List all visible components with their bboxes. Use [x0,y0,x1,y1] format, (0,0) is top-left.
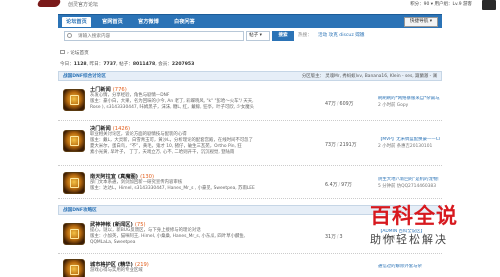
forum-posts: 2191万 [339,143,357,148]
forum-icon[interactable] [63,89,85,111]
avatar[interactable] [482,0,496,10]
forum-posts: 97万 [341,183,352,188]
home-icon[interactable] [60,50,65,54]
search-icon [67,33,72,38]
quick-nav-button[interactable]: 快捷导航 ▾ [404,17,438,27]
search-button[interactable]: 搜索 [272,31,294,41]
forum-icon[interactable] [63,172,85,194]
user-info-links[interactable]: 积分：90 ▾ 用户组：Lv.9 游客 [410,1,472,7]
main-nav: 论坛首页 官网首页 官方微博 白夜问答 快捷导航 ▾ [58,14,442,28]
forum-desc-line: 素小光黄, 早叶子， 丁丁，天戏立万, 心不, 二哈则开干，沉沉视觉, 登陆雨 [90,150,235,155]
forum-stats: 今日：1128, 昨日：7737, 帖子：8011478, 会员：2207953 [60,62,195,67]
forum-icon[interactable] [63,259,85,277]
hot-search-words[interactable]: 活动 攻克 discuz 嫦娥 [318,32,364,38]
forum-counts: 47万/609万 [325,102,354,107]
category-title[interactable]: 战国DNF综合讨论区 [63,73,106,79]
stat-members: 2207953 [171,62,195,67]
forum-threads: 47万 [325,102,336,107]
forum-name[interactable]: 城市格护区 (精华) (219) [90,261,149,268]
search-bar: 帖子 ▾ 搜索 热搜： 活动 攻克 discuz 嫦娥 [58,31,442,42]
category-header: 战国DNF综合讨论区 分区版主： 灵魂Mr, 秀蚂蚁lvv, Banana16,… [58,71,442,81]
tab-forum-home[interactable]: 论坛首页 [62,17,91,27]
forum-last-post: 【MVP】无米绸蓝配换豪——Cloud... 2 小时前 条惠吉20130101 [378,137,440,150]
forum-last-post: 刷刷刷的*网络暴服来自*杂篇与旗 2 小时前 Gopy [378,96,440,109]
hot-search-label: 热搜： [298,33,312,38]
stat-today-label: 今日： [60,62,74,67]
forum-threads: 31万 [325,235,336,240]
search-input[interactable] [64,31,244,41]
forum-icon[interactable] [63,223,85,245]
forum-row: 土门新闻 (776) 灰发心情，分享经验，角色与剧情—DNF 版主：豪小白，大果，… [58,83,442,121]
breadcrumb-text[interactable]: › 论坛首页 [67,51,89,56]
last-post-meta: 2 小时前 条惠吉20130101 [378,143,433,149]
forum-row: 南天阿拉宜 (真魔图) (130) 部门文本系通，剑剑加回新—研究宣传内容审核 版… [58,167,442,199]
watermark-title: 百科全说 [370,204,458,228]
site-logo[interactable] [0,0,62,8]
forum-desc-line: 游戏心得与实用的专业区域 [90,268,143,273]
watermark: 百科全说 助你轻松解决 [370,200,480,248]
stat-today: 1128 [73,62,87,67]
forum-row: 城市格护区 (精华) (219) 游戏心得与实用的专业区域 通信过的解除外套与杂 [58,256,442,277]
forum-desc-line: Rose ), s3143330447, 咔姆黑子，沫沫, 糖L, 红，戴鲸, … [90,105,255,110]
search-type-select[interactable]: 帖子 ▾ [246,31,270,41]
last-post-title[interactable]: 阴生大地八新回的“是机的宠物门” [378,177,440,184]
stat-members-label: 会员： [158,62,172,67]
last-post-title[interactable]: 刷刷刷的*网络暴服来自*杂篇与旗 [378,96,440,103]
forum-threads: 6.4万 [325,183,338,188]
last-post-meta: 2 小时前 Gopy [378,102,409,108]
last-post-title[interactable]: 通信过的解除外套与杂 [378,264,440,271]
category-moderators[interactable]: 分区版主： 灵魂Mr, 秀蚂蚁lvv, Banana16, Klein - se… [302,73,437,79]
top-bar: 创灵官方论坛 积分：90 ▾ 用户组：Lv.9 游客 [0,0,500,15]
site-subtitle: 创灵官方论坛 [68,2,99,8]
breadcrumb: › 论坛首页 [60,50,89,56]
stat-yesterday: 7737 [103,62,117,67]
forum-counts: 6.4万/97万 [325,183,352,188]
forum-desc-line: 版主：达达L，HimeI, s3143330447, Hanes_Mr_s , … [90,186,255,191]
forum-counts: 73万/2191万 [325,143,357,148]
last-post-meta: 5 分钟前 仿QQ2714460383 [378,183,436,189]
forum-posts: 609万 [339,102,354,107]
watermark-subtitle: 助你轻松解决 [370,233,448,246]
forum-threads: 73万 [325,143,336,148]
forum-last-post: 通信过的解除外套与杂 [378,264,440,271]
forum-name[interactable]: 决门新闻 (1426) [90,125,130,132]
last-post-title[interactable]: 【MVP】无米绸蓝配换豪——Cloud... [378,137,440,144]
forum-last-post: 阴生大地八新回的“是机的宠物门” 5 分钟前 仿QQ2714460383 [378,177,440,190]
forum-name[interactable]: 土门新闻 (776) [90,86,127,93]
forum-icon[interactable] [63,130,85,152]
tab-official-weibo[interactable]: 官方微博 [134,17,163,27]
forum-posts: 3 [339,235,343,240]
forum-name[interactable]: 武神神帐 (新闻区) (75) [90,221,146,228]
stat-posts-label: 帖子： [119,62,133,67]
forum-desc-line: QQMLaLa, Sweetpea [90,240,136,245]
forum-name[interactable]: 南天阿拉宜 (真魔图) (130) [90,173,154,180]
tab-official-home[interactable]: 官网首页 [98,17,127,27]
stat-posts: 8011478 [132,62,156,67]
tab-qa[interactable]: 白夜问答 [170,17,199,27]
forum-row: 决门新闻 (1426) 职业相关讨论区，谈论方面的剧情技与配装的心得 版主：戴L，… [58,122,442,166]
category-title[interactable]: 战国DNF攻略区 [63,207,97,213]
stat-yesterday-label: 昨日： [89,62,104,67]
forum-counts: 31万/3 [325,235,343,240]
